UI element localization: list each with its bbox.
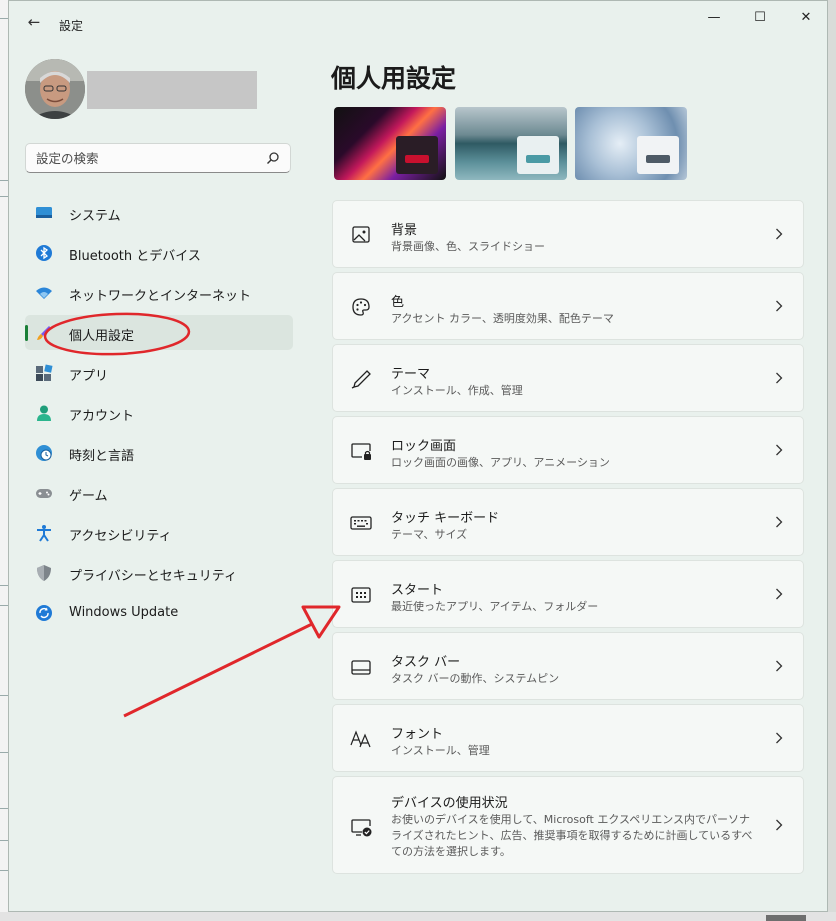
sidebar-item-personalization[interactable]: 個人用設定 xyxy=(25,315,293,350)
chevron-right-icon xyxy=(776,660,783,672)
window-title: 設定 xyxy=(59,19,84,33)
brush-icon xyxy=(37,326,51,340)
sidebar-item-label: ネットワークとインターネット xyxy=(69,289,252,304)
desktop-taskbar-edge xyxy=(0,912,836,921)
search-input[interactable] xyxy=(36,149,256,167)
chevron-right-icon xyxy=(776,444,783,456)
active-indicator xyxy=(25,325,28,341)
account-icon xyxy=(37,405,51,421)
chevron-right-icon xyxy=(776,588,783,600)
accessibility-icon xyxy=(37,525,51,542)
maximize-button[interactable]: ☐ xyxy=(737,7,783,29)
card-title: 色 xyxy=(391,295,405,310)
sidebar-item-label: Bluetooth とデバイス xyxy=(69,249,201,264)
card-subtitle: ロック画面の画像、アプリ、アニメーション xyxy=(391,456,610,469)
card-device-usage[interactable]: デバイスの使用状況 お使いのデバイスを使用して、Microsoft エクスペリエ… xyxy=(332,776,804,874)
card-fonts[interactable]: フォント インストール、管理 xyxy=(332,704,804,772)
card-subtitle: お使いのデバイスを使用して、Microsoft エクスペリエンス内でパーソナライ… xyxy=(391,813,753,858)
wifi-icon xyxy=(36,287,52,299)
card-subtitle: 最近使ったアプリ、アイテム、フォルダー xyxy=(391,600,599,613)
sidebar-item-label: 個人用設定 xyxy=(69,329,135,344)
sidebar-item-accessibility[interactable]: アクセシビリティ xyxy=(25,515,293,550)
card-title: タッチ キーボード xyxy=(391,511,500,526)
card-title: テーマ xyxy=(391,367,431,382)
card-themes[interactable]: テーマ インストール、作成、管理 xyxy=(332,344,804,412)
chevron-right-icon xyxy=(776,516,783,528)
globe-clock-icon xyxy=(36,445,52,461)
card-lock-screen[interactable]: ロック画面 ロック画面の画像、アプリ、アニメーション xyxy=(332,416,804,484)
theme-thumbnail-bloom[interactable] xyxy=(575,107,687,180)
card-subtitle: インストール、作成、管理 xyxy=(391,384,523,397)
sidebar-item-label: アカウント xyxy=(69,409,135,424)
card-title: スタート xyxy=(391,583,444,598)
taskbar-icon xyxy=(351,660,371,675)
sidebar-item-label: プライバシーとセキュリティ xyxy=(69,569,237,584)
sidebar-item-label: ゲーム xyxy=(69,489,108,504)
sidebar-item-time-language[interactable]: 時刻と言語 xyxy=(25,435,293,470)
sidebar-nav: システム Bluetooth とデバイス ネットワークとインターネット 個人用設… xyxy=(25,195,293,635)
chevron-right-icon xyxy=(776,300,783,312)
sidebar-item-bluetooth[interactable]: Bluetooth とデバイス xyxy=(25,235,293,270)
chevron-right-icon xyxy=(776,732,783,744)
update-icon xyxy=(36,605,52,621)
shield-icon xyxy=(37,565,51,581)
sidebar-item-windows-update[interactable]: Windows Update xyxy=(25,595,293,630)
start-menu-icon xyxy=(351,587,371,603)
sidebar-item-label: 時刻と言語 xyxy=(69,449,135,464)
sidebar-item-label: システム xyxy=(69,209,121,224)
theme-thumbnail-glow[interactable] xyxy=(334,107,446,180)
pen-icon xyxy=(351,370,371,389)
page-title: 個人用設定 xyxy=(331,64,457,93)
card-title: デバイスの使用状況 xyxy=(391,796,508,811)
chevron-right-icon xyxy=(776,819,783,831)
card-taskbar[interactable]: タスク バー タスク バーの動作、システムピン xyxy=(332,632,804,700)
card-subtitle: インストール、管理 xyxy=(391,744,490,757)
card-subtitle: アクセント カラー、透明度効果、配色テーマ xyxy=(391,312,614,325)
card-title: 背景 xyxy=(391,223,418,238)
card-colors[interactable]: 色 アクセント カラー、透明度効果、配色テーマ xyxy=(332,272,804,340)
close-button[interactable]: ✕ xyxy=(783,7,829,29)
chevron-right-icon xyxy=(776,372,783,384)
user-name-redacted xyxy=(87,71,257,109)
chevron-right-icon xyxy=(776,228,783,240)
sidebar-item-accounts[interactable]: アカウント xyxy=(25,395,293,430)
sidebar-item-system[interactable]: システム xyxy=(25,195,293,230)
search-icon[interactable] xyxy=(266,151,280,165)
desktop-edge xyxy=(0,0,8,921)
sidebar-item-label: Windows Update xyxy=(69,605,179,620)
card-start[interactable]: スタート 最近使ったアプリ、アイテム、フォルダー xyxy=(332,560,804,628)
card-subtitle: 背景画像、色、スライドショー xyxy=(391,240,545,253)
card-title: タスク バー xyxy=(391,655,461,670)
image-icon xyxy=(352,226,370,243)
apps-icon xyxy=(36,364,53,381)
sidebar-item-gaming[interactable]: ゲーム xyxy=(25,475,293,510)
back-button[interactable]: ← xyxy=(23,11,45,33)
settings-window: ← 設定 — ☐ ✕ システム Bluetoot xyxy=(8,0,828,912)
title-bar: ← 設定 — ☐ ✕ xyxy=(9,1,827,43)
sidebar-item-privacy[interactable]: プライバシーとセキュリティ xyxy=(25,555,293,590)
card-subtitle: タスク バーの動作、システムピン xyxy=(391,672,560,685)
bluetooth-icon xyxy=(36,245,52,261)
card-background[interactable]: 背景 背景画像、色、スライドショー xyxy=(332,200,804,268)
system-icon xyxy=(36,207,52,218)
font-icon xyxy=(350,730,371,748)
card-touch-keyboard[interactable]: タッチ キーボード テーマ、サイズ xyxy=(332,488,804,556)
avatar[interactable] xyxy=(25,59,85,119)
palette-icon xyxy=(352,298,370,316)
lock-screen-icon xyxy=(351,443,371,460)
sidebar-item-label: アクセシビリティ xyxy=(69,529,172,544)
minimize-button[interactable]: — xyxy=(691,7,737,29)
theme-thumbnail-lake[interactable] xyxy=(455,107,567,180)
settings-cards: 背景 背景画像、色、スライドショー 色 アクセント カラー、透明度効果、配色テー… xyxy=(332,200,804,878)
sidebar-item-label: アプリ xyxy=(69,369,109,384)
card-subtitle: テーマ、サイズ xyxy=(391,528,468,541)
keyboard-icon xyxy=(350,516,372,530)
sidebar-item-apps[interactable]: アプリ xyxy=(25,355,293,390)
sidebar-item-network[interactable]: ネットワークとインターネット xyxy=(25,275,293,310)
card-title: フォント xyxy=(391,727,444,742)
card-title: ロック画面 xyxy=(391,439,457,454)
search-box[interactable] xyxy=(25,143,291,173)
device-usage-icon xyxy=(351,819,372,837)
gamepad-icon xyxy=(36,489,52,498)
